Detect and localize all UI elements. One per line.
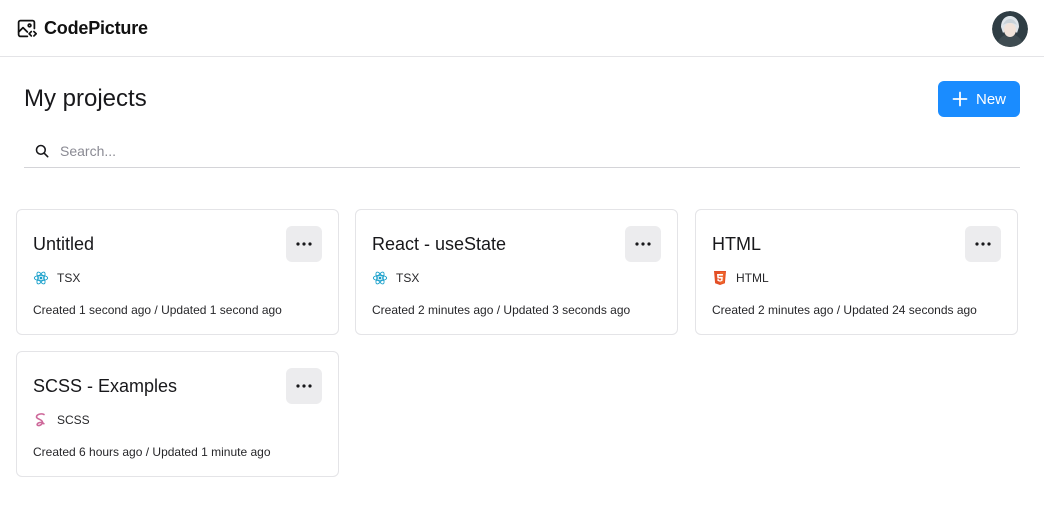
project-timestamps: Created 2 minutes ago / Updated 3 second…	[372, 303, 631, 317]
project-title: HTML	[712, 234, 761, 254]
project-title: Untitled	[33, 234, 95, 254]
project-title: SCSS - Examples	[33, 376, 178, 396]
project-card[interactable]: React - useState TSX Created 2 minutes a…	[355, 209, 678, 335]
project-timestamps: Created 1 second ago / Updated 1 second …	[33, 303, 282, 317]
project-timestamps: Created 2 minutes ago / Updated 24 secon…	[712, 303, 977, 317]
ellipsis-icon	[296, 384, 312, 388]
sass-icon	[35, 413, 45, 427]
top-bar: CodePicture	[0, 0, 1044, 57]
language-label: TSX	[57, 271, 81, 285]
project-timestamps: Created 6 hours ago / Updated 1 minute a…	[33, 445, 271, 459]
project-language: TSX	[372, 270, 419, 286]
brand[interactable]: CodePicture	[16, 17, 148, 39]
language-label: HTML	[736, 271, 769, 285]
user-avatar[interactable]	[992, 11, 1028, 47]
react-icon	[372, 271, 388, 285]
image-code-icon	[17, 19, 37, 37]
react-icon	[33, 271, 49, 285]
language-label: SCSS	[57, 413, 90, 427]
more-options-button[interactable]	[965, 226, 1001, 262]
search-input[interactable]	[60, 138, 1000, 164]
project-card[interactable]: Untitled TSX Created 1 second ago / Upda…	[16, 209, 339, 335]
html5-icon	[714, 271, 726, 285]
project-card[interactable]: SCSS - Examples SCSS Created 6 hours ago…	[16, 351, 339, 477]
brand-name: CodePicture	[44, 18, 148, 38]
search-bar	[24, 134, 1020, 168]
project-language: TSX	[33, 270, 80, 286]
project-card[interactable]: HTML HTML Created 2 minutes ago / Update…	[695, 209, 1018, 335]
more-options-button[interactable]	[286, 368, 322, 404]
ellipsis-icon	[635, 242, 651, 246]
project-language: SCSS	[33, 412, 90, 428]
more-options-button[interactable]	[625, 226, 661, 262]
page-title: My projects	[24, 85, 147, 112]
more-options-button[interactable]	[286, 226, 322, 262]
ellipsis-icon	[296, 242, 312, 246]
search-icon	[35, 144, 49, 158]
project-language: HTML	[712, 270, 769, 286]
project-title: React - useState	[372, 234, 507, 254]
language-label: TSX	[396, 271, 420, 285]
new-button-label: New	[975, 90, 1006, 108]
new-project-button[interactable]: New	[938, 81, 1020, 117]
plus-icon	[952, 91, 968, 107]
ellipsis-icon	[975, 242, 991, 246]
